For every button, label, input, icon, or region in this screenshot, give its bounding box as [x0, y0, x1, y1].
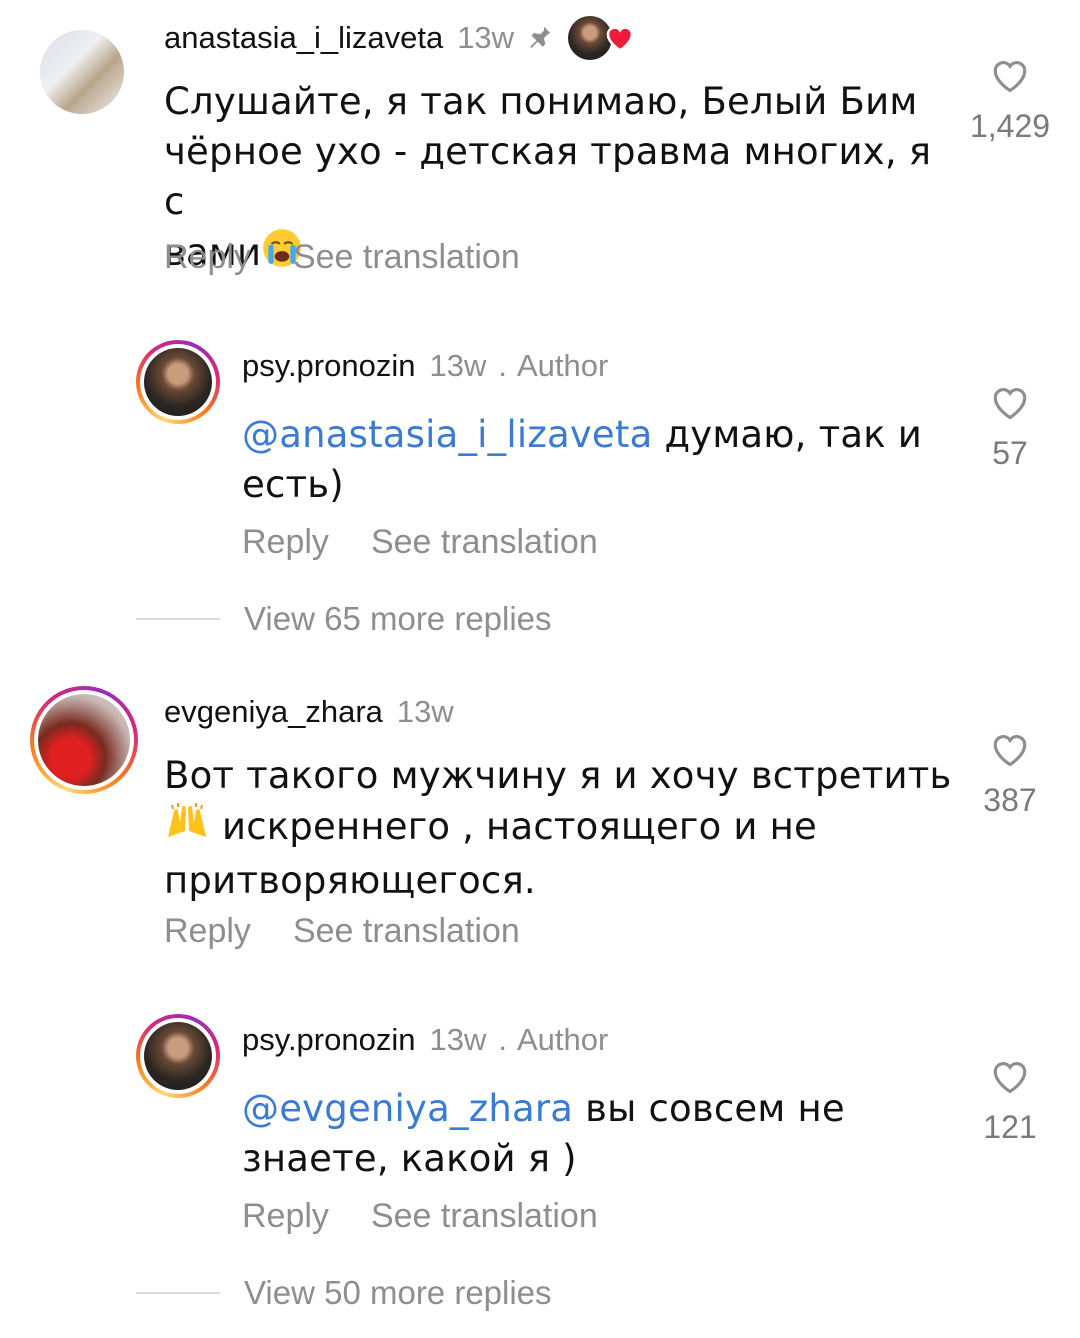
- liked-by-author-icon: [568, 16, 638, 60]
- divider: [136, 618, 220, 620]
- comment-actions: Reply See translation: [242, 1197, 598, 1236]
- separator-dot: .: [498, 1022, 507, 1057]
- mention-link[interactable]: @anastasia_i_lizaveta: [242, 413, 652, 456]
- raising-hands-icon: [164, 801, 210, 856]
- comment-actions: Reply See translation: [164, 912, 520, 951]
- view-more-replies-label[interactable]: View 50 more replies: [244, 1274, 552, 1312]
- comment-actions: Reply See translation: [242, 523, 598, 562]
- avatar[interactable]: [30, 686, 138, 794]
- see-translation-button[interactable]: See translation: [293, 238, 520, 277]
- heart-outline-icon[interactable]: [989, 1057, 1031, 1095]
- avatar[interactable]: [136, 340, 220, 424]
- username[interactable]: evgeniya_zhara: [164, 694, 383, 730]
- reply-button[interactable]: Reply: [164, 912, 251, 951]
- like-count: 57: [992, 435, 1028, 471]
- timestamp: 13w: [396, 694, 454, 729]
- avatar[interactable]: [40, 30, 124, 114]
- comment-header: psy.pronozin 13w . Author: [242, 1018, 608, 1062]
- mention-link[interactable]: @evgeniya_zhara: [242, 1087, 573, 1130]
- timestamp: 13w: [429, 1022, 487, 1057]
- like-control: 121: [960, 1057, 1060, 1146]
- like-control: 1,429: [960, 56, 1060, 145]
- username[interactable]: psy.pronozin: [242, 1022, 415, 1058]
- see-translation-button[interactable]: See translation: [371, 1197, 598, 1236]
- comment-header: psy.pronozin 13w . Author: [242, 344, 608, 388]
- author-badge: Author: [516, 348, 609, 383]
- like-count: 387: [983, 782, 1037, 818]
- see-translation-button[interactable]: See translation: [293, 912, 520, 951]
- divider: [136, 1292, 220, 1294]
- view-more-replies-label[interactable]: View 65 more replies: [244, 600, 552, 638]
- comment-text: Вот такого мужчину я и хочу встретить ис…: [164, 754, 952, 902]
- like-control: 387: [960, 730, 1060, 819]
- reply-button[interactable]: Reply: [242, 523, 329, 562]
- like-control: 57: [960, 383, 1060, 472]
- reply-button[interactable]: Reply: [164, 238, 251, 277]
- comment-header: evgeniya_zhara 13w: [164, 690, 454, 734]
- author-badge: Author: [516, 1022, 609, 1057]
- heart-outline-icon[interactable]: [989, 56, 1031, 94]
- pin-icon: [524, 23, 554, 53]
- heart-outline-icon[interactable]: [989, 383, 1031, 421]
- comment-text: @anastasia_i_lizaveta думаю, так и есть): [242, 413, 922, 506]
- view-more-replies[interactable]: View 65 more replies: [136, 600, 552, 638]
- comment-actions: Reply See translation: [164, 238, 520, 277]
- timestamp: 13w: [429, 348, 487, 383]
- username[interactable]: psy.pronozin: [242, 348, 415, 384]
- timestamp: 13w: [457, 20, 515, 55]
- heart-outline-icon[interactable]: [989, 730, 1031, 768]
- reply-button[interactable]: Reply: [242, 1197, 329, 1236]
- like-count: 121: [983, 1109, 1037, 1145]
- username[interactable]: anastasia_i_lizaveta: [164, 20, 443, 56]
- comment-header: anastasia_i_lizaveta 13w: [164, 16, 638, 60]
- separator-dot: .: [498, 348, 507, 383]
- see-translation-button[interactable]: See translation: [371, 523, 598, 562]
- view-more-replies[interactable]: View 50 more replies: [136, 1274, 552, 1312]
- avatar[interactable]: [136, 1014, 220, 1098]
- comment-text: @evgeniya_zhara вы совсем не знаете, как…: [242, 1087, 845, 1180]
- like-count: 1,429: [969, 108, 1051, 144]
